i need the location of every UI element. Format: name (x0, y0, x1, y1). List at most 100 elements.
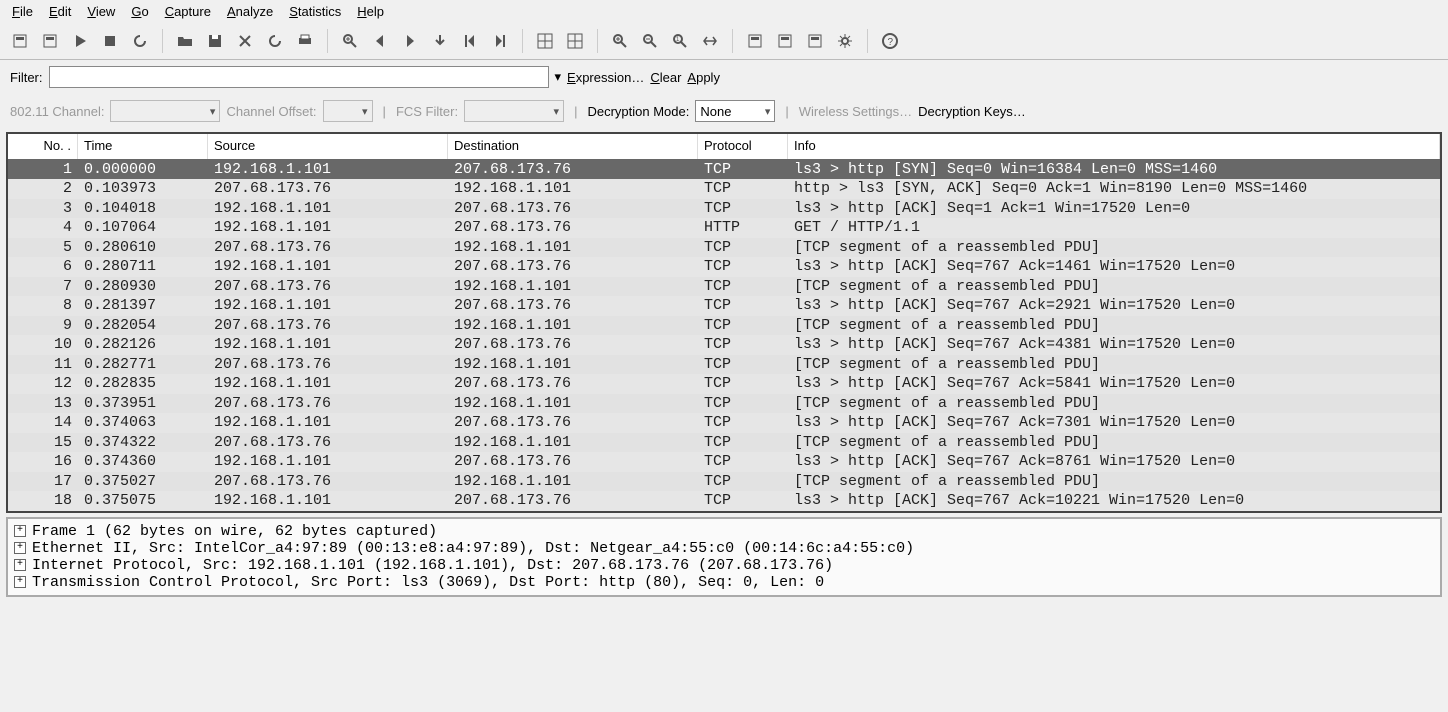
preferences-icon[interactable] (831, 27, 859, 55)
cell-protocol: TCP (698, 355, 788, 375)
packet-row[interactable]: 120.282835192.168.1.101207.68.173.76TCPl… (8, 374, 1440, 394)
packet-row[interactable]: 70.280930207.68.173.76192.168.1.101TCP[T… (8, 277, 1440, 297)
save-icon[interactable] (201, 27, 229, 55)
packet-row[interactable]: 60.280711192.168.1.101207.68.173.76TCPls… (8, 257, 1440, 277)
col-header-info[interactable]: Info (788, 134, 1440, 159)
detail-tree-item[interactable]: +Frame 1 (62 bytes on wire, 62 bytes cap… (14, 523, 1434, 540)
menu-capture[interactable]: Capture (159, 2, 217, 21)
cell-no: 14 (8, 413, 78, 433)
packet-row[interactable]: 80.281397192.168.1.101207.68.173.76TCPls… (8, 296, 1440, 316)
cell-time: 0.280930 (78, 277, 208, 297)
display-filters-icon[interactable] (771, 27, 799, 55)
wireless-toolbar: 802.11 Channel: Channel Offset: | FCS Fi… (0, 94, 1448, 128)
zoom-out-icon[interactable] (636, 27, 664, 55)
print-icon[interactable] (291, 27, 319, 55)
decryption-mode-label: Decryption Mode: (587, 104, 689, 119)
clear-button[interactable]: Clear (650, 70, 681, 85)
main-toolbar: 1? (0, 23, 1448, 60)
interfaces-icon[interactable] (6, 27, 34, 55)
back-icon[interactable] (366, 27, 394, 55)
packet-row[interactable]: 130.373951207.68.173.76192.168.1.101TCP[… (8, 394, 1440, 414)
decryption-keys-button[interactable]: Decryption Keys… (918, 104, 1026, 119)
cell-source: 207.68.173.76 (208, 355, 448, 375)
cell-time: 0.375075 (78, 491, 208, 511)
capture-stop-icon[interactable] (96, 27, 124, 55)
packet-row[interactable]: 100.282126192.168.1.101207.68.173.76TCPl… (8, 335, 1440, 355)
col-header-protocol[interactable]: Protocol (698, 134, 788, 159)
menu-analyze[interactable]: Analyze (221, 2, 279, 21)
packet-row[interactable]: 20.103973207.68.173.76192.168.1.101TCPht… (8, 179, 1440, 199)
capture-start-icon[interactable] (66, 27, 94, 55)
go-last-icon[interactable] (486, 27, 514, 55)
forward-icon[interactable] (396, 27, 424, 55)
packet-row[interactable]: 30.104018192.168.1.101207.68.173.76TCPls… (8, 199, 1440, 219)
cell-time: 0.280610 (78, 238, 208, 258)
apply-button[interactable]: Apply (687, 70, 720, 85)
detail-tree-item[interactable]: +Transmission Control Protocol, Src Port… (14, 574, 1434, 591)
cell-no: 1 (8, 160, 78, 180)
channel-label: 802.11 Channel: (10, 104, 104, 119)
menu-edit[interactable]: Edit (43, 2, 77, 21)
detail-tree-item[interactable]: +Ethernet II, Src: IntelCor_a4:97:89 (00… (14, 540, 1434, 557)
filter-label: Filter: (10, 70, 43, 85)
packet-row[interactable]: 10.000000192.168.1.101207.68.173.76TCPls… (8, 160, 1440, 180)
packet-row[interactable]: 180.375075192.168.1.101207.68.173.76TCPl… (8, 491, 1440, 511)
jump-icon[interactable] (426, 27, 454, 55)
detail-tree-item[interactable]: +Internet Protocol, Src: 192.168.1.101 (… (14, 557, 1434, 574)
open-icon[interactable] (171, 27, 199, 55)
zoom-in-icon[interactable] (606, 27, 634, 55)
cell-info: http > ls3 [SYN, ACK] Seq=0 Ack=1 Win=81… (788, 179, 1440, 199)
coloring-rules-icon[interactable] (801, 27, 829, 55)
capture-options-icon[interactable] (36, 27, 64, 55)
decryption-mode-select[interactable]: None (695, 100, 775, 122)
packet-row[interactable]: 110.282771207.68.173.76192.168.1.101TCP[… (8, 355, 1440, 375)
zoom-reset-icon[interactable]: 1 (666, 27, 694, 55)
cell-info: [TCP segment of a reassembled PDU] (788, 433, 1440, 453)
close-icon[interactable] (231, 27, 259, 55)
expression-button[interactable]: Expression… (567, 70, 644, 85)
packet-list-pane: No. . Time Source Destination Protocol I… (6, 132, 1442, 513)
cell-info: [TCP segment of a reassembled PDU] (788, 355, 1440, 375)
col-header-destination[interactable]: Destination (448, 134, 698, 159)
go-first-icon[interactable] (456, 27, 484, 55)
expand-icon[interactable]: + (14, 525, 26, 537)
menu-file[interactable]: File (6, 2, 39, 21)
expand-icon[interactable]: + (14, 576, 26, 588)
cell-info: ls3 > http [ACK] Seq=767 Ack=5841 Win=17… (788, 374, 1440, 394)
capture-filters-icon[interactable] (741, 27, 769, 55)
help-icon[interactable]: ? (876, 27, 904, 55)
packet-row[interactable]: 150.374322207.68.173.76192.168.1.101TCP[… (8, 433, 1440, 453)
reload-icon[interactable] (261, 27, 289, 55)
packet-row[interactable]: 90.282054207.68.173.76192.168.1.101TCP[T… (8, 316, 1440, 336)
cell-info: ls3 > http [ACK] Seq=1 Ack=1 Win=17520 L… (788, 199, 1440, 219)
svg-text:?: ? (888, 37, 894, 48)
packet-row[interactable]: 160.374360192.168.1.101207.68.173.76TCPl… (8, 452, 1440, 472)
menu-help[interactable]: Help (351, 2, 390, 21)
expand-icon[interactable]: + (14, 542, 26, 554)
expand-icon[interactable]: + (14, 559, 26, 571)
menu-view[interactable]: View (81, 2, 121, 21)
packet-details-pane: +Frame 1 (62 bytes on wire, 62 bytes cap… (6, 517, 1442, 597)
cell-no: 7 (8, 277, 78, 297)
col-header-no[interactable]: No. . (8, 134, 78, 159)
find-icon[interactable] (336, 27, 364, 55)
packet-row[interactable]: 140.374063192.168.1.101207.68.173.76TCPl… (8, 413, 1440, 433)
layout1-icon[interactable] (531, 27, 559, 55)
cell-info: [TCP segment of a reassembled PDU] (788, 394, 1440, 414)
packet-row[interactable]: 40.107064192.168.1.101207.68.173.76HTTPG… (8, 218, 1440, 238)
filter-input[interactable] (49, 66, 549, 88)
cell-source: 207.68.173.76 (208, 238, 448, 258)
menu-statistics[interactable]: Statistics (283, 2, 347, 21)
resize-columns-icon[interactable] (696, 27, 724, 55)
filter-dropdown-icon[interactable]: ▾ (555, 69, 562, 85)
col-header-time[interactable]: Time (78, 134, 208, 159)
col-header-source[interactable]: Source (208, 134, 448, 159)
capture-restart-icon[interactable] (126, 27, 154, 55)
channel-select (110, 100, 220, 122)
packet-row[interactable]: 50.280610207.68.173.76192.168.1.101TCP[T… (8, 238, 1440, 258)
cell-no: 15 (8, 433, 78, 453)
packet-row[interactable]: 170.375027207.68.173.76192.168.1.101TCP[… (8, 472, 1440, 492)
menu-go[interactable]: Go (125, 2, 154, 21)
layout2-icon[interactable] (561, 27, 589, 55)
packet-list-header[interactable]: No. . Time Source Destination Protocol I… (8, 134, 1440, 160)
